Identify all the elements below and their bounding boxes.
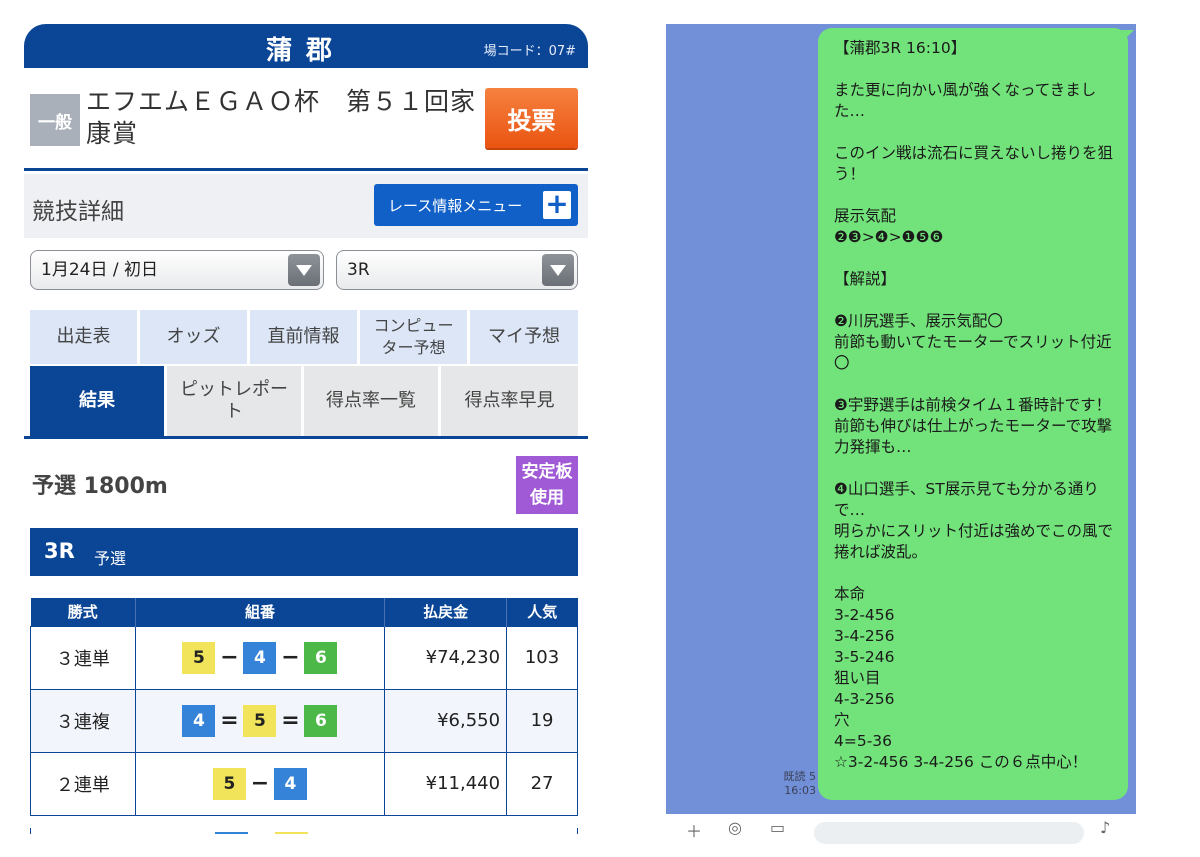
header-popularity: 人気 (506, 598, 578, 626)
vote-button[interactable]: 投票 (485, 88, 578, 148)
race-number-bar: 3R 予選 (30, 528, 578, 576)
message-meta: 既読 5 16:03 (774, 770, 817, 798)
boat-number: 6 (304, 641, 338, 674)
plus-icon: + (543, 190, 571, 219)
race-select-value: 3R (347, 260, 370, 280)
table-row: ３連単 5−4−6 ¥74,230 103 (30, 625, 578, 690)
combo-separator: − (220, 645, 239, 670)
tab-computer-prediction[interactable]: コンピューター予想 (360, 310, 467, 364)
tab-entry-list[interactable]: 出走表 (30, 310, 137, 364)
chat-message-bubble: 【蒲郡3R 16:10】 また更に向かい風が強くなってきました… このイン戦は流… (818, 28, 1128, 800)
title-divider (24, 168, 588, 171)
race-title-area: 一般 エフエムＥＧＡＯ杯 第５１回家康賞 投票 (24, 82, 588, 172)
popularity: 19 (506, 688, 578, 753)
race-distance-label: 予選 1800m (32, 474, 168, 499)
table-row: ２連単 5−4 ¥11,440 27 (30, 751, 578, 816)
bet-type: ２連単 (30, 751, 136, 816)
venue-code: 場コード：07# (483, 44, 576, 59)
microphone-icon[interactable]: ♪ (1100, 818, 1110, 837)
venue-header: 蒲郡 場コード：07# (24, 24, 588, 68)
race-select[interactable]: 3R (336, 250, 578, 290)
tab-my-prediction[interactable]: マイ予想 (470, 310, 578, 364)
bubble-tail (1122, 30, 1134, 42)
race-result-panel: 蒲郡 場コード：07# 一般 エフエムＥＧＡＯ杯 第５１回家康賞 投票 競技詳細… (24, 24, 588, 834)
tabs-divider (24, 436, 588, 439)
popularity: 103 (506, 625, 578, 690)
tab-score-quick[interactable]: 得点率早見 (441, 366, 578, 436)
combo-separator: = (281, 708, 300, 733)
combination: 5−4 (134, 751, 386, 816)
race-number: 3R (44, 539, 75, 563)
header-bet-type: 勝式 (30, 598, 136, 626)
race-title: エフエムＥＧＡＯ杯 第５１回家康賞 (86, 87, 477, 148)
read-status: 既読 5 (783, 770, 817, 783)
chevron-down-icon (288, 254, 320, 286)
date-select-value: 1月24日 / 初日 (41, 260, 158, 280)
chat-panel: 既読 5 16:03 【蒲郡3R 16:10】 また更に向かい風が強くなってきま… (666, 24, 1136, 814)
boat-number: 6 (304, 704, 338, 737)
payout: ¥11,440 (384, 751, 508, 816)
combo-separator: = (220, 708, 239, 733)
boat-number-partial (275, 832, 308, 834)
boat-number: 4 (273, 767, 307, 800)
header-payout: 払戻金 (384, 598, 508, 626)
popularity: 27 (506, 751, 578, 816)
camera-icon[interactable]: ◎ (728, 818, 742, 837)
combination: 4 = 5 = 6 (134, 688, 386, 753)
combo-separator: − (281, 645, 300, 670)
race-info-menu-label: レース情報メニュー (388, 196, 523, 215)
bet-type: ３連単 (30, 625, 136, 690)
results-table: 勝式 組番 払戻金 人気 ３連単 5−4−6 ¥74,230 103 ３連複 4 = 5 = 6 ¥… (30, 598, 578, 816)
boat-number: 4 (243, 641, 277, 674)
table-row: ３連複 4 = 5 = 6 ¥6,550 19 (30, 688, 578, 753)
race-type: 予選 (94, 549, 127, 568)
chat-text-input[interactable] (814, 822, 1084, 844)
detail-title: 競技詳細 (32, 199, 124, 225)
boat-number: 5 (182, 641, 216, 674)
boat-number: 5 (212, 767, 246, 800)
tab-pre-race-info[interactable]: 直前情報 (250, 310, 357, 364)
boat-number: 4 (182, 704, 216, 737)
combination: 5−4−6 (134, 625, 386, 690)
race-info-menu-button[interactable]: レース情報メニュー + (374, 184, 578, 226)
stable-board-badge: 安定板使用 (516, 456, 578, 514)
tab-score-list[interactable]: 得点率一覧 (304, 366, 438, 436)
detail-bar: 競技詳細 レース情報メニュー + (24, 174, 588, 238)
header-combination: 組番 (135, 598, 386, 626)
table-row-partial (30, 828, 578, 834)
combo-separator: − (250, 771, 270, 796)
tab-results[interactable]: 結果 (30, 366, 164, 436)
image-icon[interactable]: ▭ (770, 818, 785, 837)
chevron-down-icon (542, 254, 574, 286)
tab-pit-report[interactable]: ピットレポート (167, 366, 301, 436)
plus-icon[interactable]: ＋ (686, 818, 702, 842)
results-header-row: 勝式 組番 払戻金 人気 (30, 598, 578, 626)
results-body: ３連単 5−4−6 ¥74,230 103 ３連複 4 = 5 = 6 ¥6,550 19 ２連単 5−4… (30, 625, 578, 816)
grade-badge: 一般 (30, 94, 80, 146)
tab-odds[interactable]: オッズ (140, 310, 247, 364)
date-select[interactable]: 1月24日 / 初日 (30, 250, 324, 290)
payout: ¥74,230 (384, 625, 508, 690)
boat-number-partial (215, 832, 248, 834)
boat-number: 5 (243, 704, 277, 737)
chat-input-bar: ＋ ◎ ▭ ♪ (666, 814, 1136, 844)
bet-type: ３連複 (30, 688, 136, 753)
payout: ¥6,550 (384, 688, 508, 753)
message-time: 16:03 (784, 784, 816, 797)
